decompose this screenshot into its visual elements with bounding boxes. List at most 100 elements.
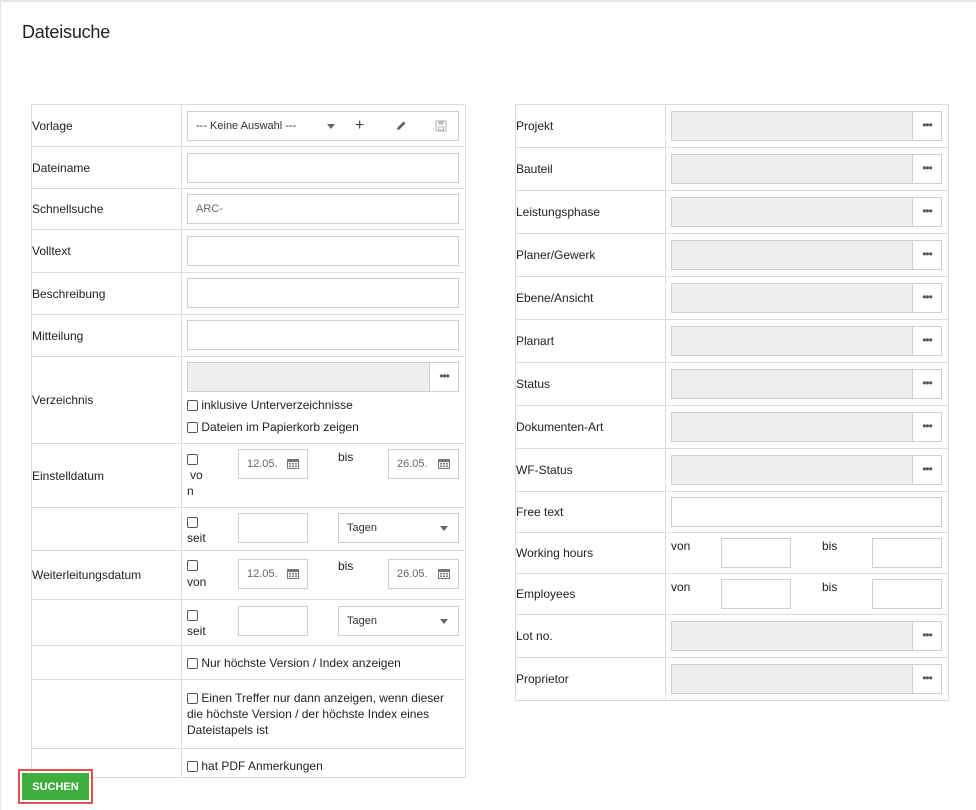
volltext-input[interactable] — [187, 236, 459, 266]
label-wfstatus: WF-Status — [515, 448, 666, 492]
papierkorb-checkbox[interactable] — [187, 422, 198, 434]
row-beschreibung: Beschreibung — [31, 272, 466, 315]
leistungsphase-browse-button[interactable]: ••• — [912, 197, 942, 227]
row-verzeichnis: Verzeichnis ••• inklusive Unterverzeichn… — [31, 356, 466, 444]
chevron-down-icon — [440, 526, 448, 531]
papierkorb-label: Dateien im Papierkorb zeigen — [201, 420, 359, 434]
row-einstelldatum-seit: seit Tagen — [31, 507, 466, 551]
leistungsphase-input[interactable]: ••• — [671, 197, 942, 227]
weiterleitungsdatum-seit-unit-value: Tagen — [347, 615, 377, 627]
row-weiterleitungsdatum: Weiterleitungsdatum von 12.05. bis 26.05… — [31, 550, 466, 600]
wfstatus-browse-button[interactable]: ••• — [912, 455, 942, 485]
bauteil-browse-button[interactable]: ••• — [912, 154, 942, 184]
unterverzeichnisse-checkbox[interactable] — [187, 400, 198, 412]
pdf-annotations-checkbox[interactable] — [187, 761, 198, 773]
row-schnellsuche: Schnellsuche ARC- — [31, 188, 466, 230]
weiterleitungsdatum-seit-unit-select[interactable]: Tagen — [338, 606, 459, 636]
status-input[interactable]: ••• — [671, 369, 942, 399]
empty-label-cell — [31, 507, 182, 551]
row-status: Status ••• — [515, 362, 949, 406]
empty-label-cell — [31, 679, 182, 749]
row-planart: Planart ••• — [515, 319, 949, 363]
freetext-input[interactable] — [671, 497, 942, 527]
einstelldatum-seit-unit-select[interactable]: Tagen — [338, 513, 459, 543]
row-volltext: Volltext — [31, 229, 466, 273]
projekt-input[interactable]: ••• — [671, 111, 942, 141]
weiterleitungsdatum-to-input[interactable]: 26.05. — [388, 559, 459, 589]
opt-pdf-annotations[interactable]: hat PDF Anmerkungen — [187, 759, 323, 773]
employees-from-input[interactable] — [721, 579, 791, 609]
dateiname-input[interactable] — [187, 153, 459, 183]
plus-icon[interactable]: + — [355, 112, 364, 140]
verzeichnis-browse-button[interactable]: ••• — [429, 362, 459, 392]
calendar-icon[interactable] — [438, 458, 450, 469]
label-working-hours: Working hours — [515, 532, 666, 574]
weiterleitungsdatum-von-label: von — [187, 575, 207, 589]
pencil-icon[interactable] — [395, 120, 407, 132]
planart-browse-button[interactable]: ••• — [912, 326, 942, 356]
einstelldatum-von-checkbox[interactable] — [187, 454, 198, 465]
calendar-icon[interactable] — [438, 568, 450, 579]
schnellsuche-input[interactable]: ARC- — [187, 194, 459, 224]
vorlage-select[interactable]: --- Keine Auswahl --- + — [187, 111, 459, 141]
verzeichnis-input[interactable]: ••• — [187, 362, 459, 392]
projekt-browse-button[interactable]: ••• — [912, 111, 942, 141]
label-verzeichnis: Verzeichnis — [31, 356, 182, 444]
empty-label-cell — [31, 599, 182, 646]
row-projekt: Projekt ••• — [515, 104, 949, 148]
weiterleitungsdatum-von-checkbox[interactable] — [187, 560, 198, 571]
proprietor-browse-button[interactable]: ••• — [912, 664, 942, 694]
lotno-browse-button[interactable]: ••• — [912, 621, 942, 651]
weiterleitungsdatum-seit-input[interactable] — [238, 606, 308, 636]
dokart-input[interactable]: ••• — [671, 412, 942, 442]
search-button-focus-outline: SUCHEN — [18, 769, 93, 804]
dokart-browse-button[interactable]: ••• — [912, 412, 942, 442]
einstelldatum-from-input[interactable]: 12.05. — [238, 449, 308, 479]
working-hours-from-input[interactable] — [721, 538, 791, 568]
search-button[interactable]: SUCHEN — [22, 773, 89, 800]
pdf-annotations-label: hat PDF Anmerkungen — [201, 759, 323, 773]
opt-papierkorb[interactable]: Dateien im Papierkorb zeigen — [187, 420, 359, 434]
proprietor-input[interactable]: ••• — [671, 664, 942, 694]
latest-version-checkbox[interactable] — [187, 658, 198, 670]
mitteilung-input[interactable] — [187, 320, 459, 350]
einstelldatum-seit-label: seit — [187, 531, 206, 545]
einstelldatum-seit-checkbox[interactable] — [187, 517, 198, 528]
calendar-icon[interactable] — [287, 568, 299, 579]
bauteil-input[interactable]: ••• — [671, 154, 942, 184]
planart-input[interactable]: ••• — [671, 326, 942, 356]
einstelldatum-bis-label: bis — [338, 450, 354, 464]
right-search-form: Projekt ••• Bauteil ••• Leistungsphase •… — [515, 104, 949, 701]
planer-input[interactable]: ••• — [671, 240, 942, 270]
unterverzeichnisse-label: inklusive Unterverzeichnisse — [201, 398, 353, 412]
calendar-icon[interactable] — [287, 458, 299, 469]
row-leistungsphase: Leistungsphase ••• — [515, 190, 949, 234]
planer-browse-button[interactable]: ••• — [912, 240, 942, 270]
opt-hit-latest[interactable]: Einen Treffer nur dann anzeigen, wenn di… — [187, 690, 462, 738]
label-proprietor: Proprietor — [515, 657, 666, 701]
row-bauteil: Bauteil ••• — [515, 147, 949, 191]
weiterleitungsdatum-seit-checkbox[interactable] — [187, 610, 198, 621]
employees-von-label: von — [671, 580, 691, 594]
status-browse-button[interactable]: ••• — [912, 369, 942, 399]
left-border — [0, 0, 1, 810]
einstelldatum-von-label-a: vo — [190, 468, 203, 482]
save-icon[interactable] — [435, 120, 447, 132]
row-weiterleitungsdatum-seit: seit Tagen — [31, 599, 466, 646]
hit-latest-checkbox[interactable] — [187, 693, 198, 705]
weiterleitungsdatum-from-input[interactable]: 12.05. — [238, 559, 308, 589]
einstelldatum-seit-input[interactable] — [238, 513, 308, 543]
row-latest-version: Nur höchste Version / Index anzeigen — [31, 645, 466, 680]
working-hours-to-input[interactable] — [872, 538, 942, 568]
einstelldatum-to-input[interactable]: 26.05. — [388, 449, 459, 479]
lotno-input[interactable]: ••• — [671, 621, 942, 651]
weiterleitungsdatum-seit-label: seit — [187, 624, 206, 638]
opt-latest-version[interactable]: Nur höchste Version / Index anzeigen — [187, 656, 401, 670]
beschreibung-input[interactable] — [187, 278, 459, 308]
opt-unterverzeichnisse[interactable]: inklusive Unterverzeichnisse — [187, 398, 353, 412]
wfstatus-input[interactable]: ••• — [671, 455, 942, 485]
page-title: Dateisuche — [22, 22, 111, 42]
ebene-input[interactable]: ••• — [671, 283, 942, 313]
ebene-browse-button[interactable]: ••• — [912, 283, 942, 313]
employees-to-input[interactable] — [872, 579, 942, 609]
